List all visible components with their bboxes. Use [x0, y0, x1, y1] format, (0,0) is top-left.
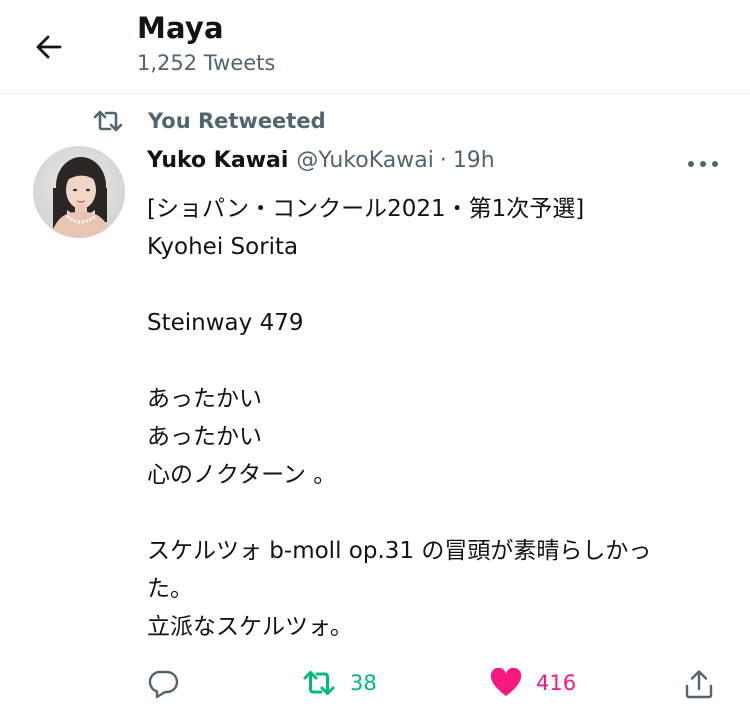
- heart-icon: [490, 668, 522, 696]
- tweet-line: あったかい: [147, 424, 262, 450]
- tweet-line: た。: [147, 576, 193, 602]
- retweet-label: You Retweeted: [148, 109, 326, 133]
- tweet-action-bar: 38 416: [0, 662, 750, 710]
- author-handle[interactable]: @YukoKawai: [296, 148, 433, 173]
- retweet-icon: [303, 671, 335, 695]
- tweet-timestamp[interactable]: 19h: [453, 148, 495, 173]
- retweet-button[interactable]: 38: [302, 668, 377, 698]
- avatar[interactable]: [33, 146, 125, 238]
- share-icon: [685, 670, 713, 699]
- separator-dot: ·: [439, 148, 447, 173]
- retweet-icon: [93, 110, 123, 132]
- tweet-count: 1,252 Tweets: [137, 51, 276, 75]
- like-count: 416: [536, 671, 577, 695]
- tweet-line: 立派なスケルツォ。: [147, 614, 353, 640]
- share-button[interactable]: [683, 668, 715, 700]
- like-button[interactable]: 416: [490, 668, 576, 698]
- author-display-name[interactable]: Yuko Kawai: [147, 148, 288, 173]
- profile-name-title: Maya: [137, 11, 224, 45]
- tweet-line: 心のノクターン 。: [147, 462, 337, 488]
- tweet-text: [ショパン・コンクール2021・第1次予選] Kyohei Sorita Ste…: [147, 190, 732, 646]
- avatar-photo: [33, 146, 125, 238]
- retweet-count: 38: [350, 671, 377, 695]
- tweet-line: [ショパン・コンクール2021・第1次予選]: [147, 196, 585, 222]
- more-options-button[interactable]: [683, 150, 723, 178]
- back-button[interactable]: [26, 24, 72, 70]
- arrow-left-icon: [36, 35, 62, 59]
- retweet-indicator: You Retweeted: [92, 108, 326, 134]
- tweet-line: Steinway 479: [147, 310, 304, 336]
- reply-button[interactable]: [148, 668, 180, 700]
- more-horizontal-icon: [688, 161, 718, 167]
- profile-header: Maya 1,252 Tweets: [0, 0, 750, 94]
- tweet-line: Kyohei Sorita: [147, 234, 299, 260]
- tweet-line: スケルツォ b-moll op.31 の冒頭が素晴らしかっ: [147, 538, 652, 564]
- reply-icon: [148, 670, 179, 699]
- tweet-line: あったかい: [147, 386, 262, 412]
- tweet-author-row: Yuko Kawai @YukoKawai · 19h: [147, 148, 495, 173]
